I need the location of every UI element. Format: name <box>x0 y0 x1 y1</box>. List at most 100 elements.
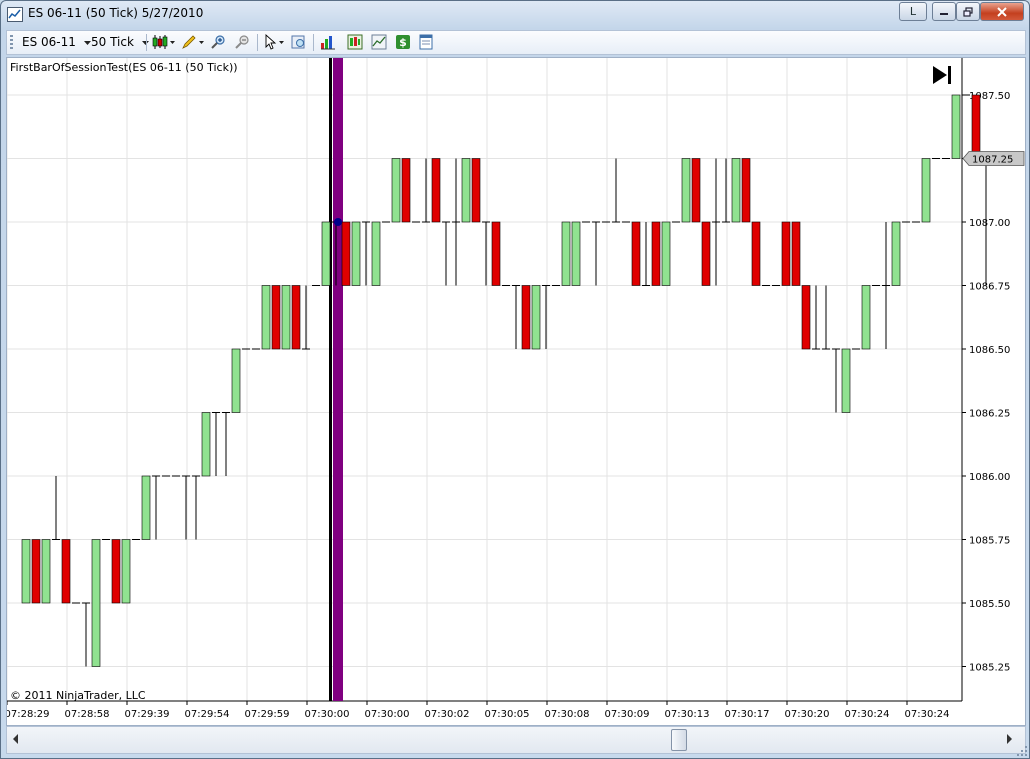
scroll-to-end-icon[interactable] <box>933 66 951 84</box>
minimize-button[interactable]: L <box>899 2 927 21</box>
x-tick-label: 07:29:54 <box>185 709 230 720</box>
zoom-out-button[interactable] <box>234 34 250 50</box>
dollar-icon: $ <box>396 35 410 49</box>
bar-chart-button[interactable] <box>320 34 336 50</box>
x-tick-label: 07:30:24 <box>905 709 950 720</box>
candle-body <box>351 221 361 286</box>
x-tick-label: 07:30:02 <box>425 709 470 720</box>
session-dot-marker <box>334 218 342 226</box>
indicator-label: FirstBarOfSessionTest(ES 06-11 (50 Tick)… <box>10 61 238 74</box>
y-tick-label: 1086.00 <box>969 472 1010 483</box>
minimize-icon-button[interactable] <box>932 2 956 21</box>
candle-body <box>561 221 571 286</box>
chart-style-icon <box>152 35 175 49</box>
close-icon <box>997 7 1007 17</box>
zoom-in-icon <box>211 35 225 49</box>
y-tick-label: 1086.50 <box>969 345 1010 356</box>
data-box-button[interactable] <box>347 34 363 50</box>
y-tick-label: 1087.00 <box>969 218 1010 229</box>
candle-body <box>141 475 151 540</box>
candle-body <box>41 539 51 604</box>
toolbar-separator <box>313 34 314 51</box>
period-selector[interactable]: 50 Tick <box>91 34 149 50</box>
candle-body <box>681 158 691 223</box>
zoom-in-button[interactable] <box>210 34 226 50</box>
x-tick-label: 07:30:00 <box>305 709 350 720</box>
session-start-highlight <box>333 58 343 701</box>
candle-body <box>921 158 931 223</box>
minimize-icon <box>940 13 948 15</box>
price-chart[interactable]: 1087.501087.251087.001086.751086.501086.… <box>7 58 1025 725</box>
data-box-icon <box>347 34 363 50</box>
y-tick-label: 1085.50 <box>969 599 1010 610</box>
zoom-out-icon <box>235 35 249 49</box>
candle-body <box>401 158 411 223</box>
close-button[interactable] <box>980 2 1024 21</box>
x-tick-label: 07:30:24 <box>845 709 890 720</box>
session-start-line <box>329 58 332 701</box>
title-bar[interactable]: ES 06-11 (50 Tick) 5/27/2010 L <box>1 1 1029 27</box>
candle-body <box>91 539 101 667</box>
y-tick-label: 1085.25 <box>969 663 1010 674</box>
pointer-select-button[interactable] <box>263 33 287 50</box>
candle-body <box>971 94 981 159</box>
last-price-label: 1087.25 <box>972 155 1013 166</box>
window-title: ES 06-11 (50 Tick) 5/27/2010 <box>28 6 204 20</box>
candle-body <box>841 348 851 413</box>
chart-toolbar: ES 06-11 50 Tick $ <box>6 30 1026 55</box>
chart-panel[interactable]: 1087.501087.251087.001086.751086.501086.… <box>6 57 1026 726</box>
candle-body <box>791 221 801 286</box>
dollar-button[interactable]: $ <box>395 34 411 50</box>
drawing-tools-button[interactable] <box>181 34 205 50</box>
candle-body <box>631 221 641 286</box>
candle-body <box>431 158 441 223</box>
scroll-right-icon[interactable] <box>1004 733 1014 745</box>
candle-body <box>861 285 871 350</box>
restore-button[interactable] <box>956 2 980 21</box>
candle-body <box>801 285 811 350</box>
chart-style-button[interactable] <box>152 34 176 50</box>
instrument-selector[interactable]: ES 06-11 <box>22 34 91 50</box>
x-tick-label: 07:28:58 <box>65 709 110 720</box>
candle-body <box>281 285 291 350</box>
candle-body <box>491 221 501 286</box>
scroll-thumb[interactable] <box>671 729 687 751</box>
x-tick-label: 07:30:13 <box>665 709 710 720</box>
scroll-left-icon[interactable] <box>11 733 21 745</box>
candle-body <box>891 221 901 286</box>
candle-body <box>781 221 791 286</box>
candle-body <box>521 285 531 350</box>
candle-body <box>701 221 711 286</box>
horizontal-scrollbar[interactable] <box>6 726 1026 754</box>
chart-app-icon[interactable] <box>7 7 23 22</box>
restore-icon <box>963 7 973 17</box>
pointer-select-icon <box>265 33 284 50</box>
candle-body <box>61 539 71 604</box>
candle-body <box>271 285 281 350</box>
x-tick-label: 07:30:09 <box>605 709 650 720</box>
candle-body <box>471 158 481 223</box>
y-tick-label: 1086.75 <box>969 282 1010 293</box>
resize-grip-icon[interactable] <box>1016 745 1028 757</box>
chart-trader-button[interactable] <box>371 34 387 50</box>
svg-text:$: $ <box>399 36 407 49</box>
x-tick-label: 07:29:59 <box>245 709 290 720</box>
candle-body <box>751 221 761 286</box>
x-tick-label: 07:30:20 <box>785 709 830 720</box>
x-tick-label: 07:30:00 <box>365 709 410 720</box>
properties-icon <box>291 35 305 49</box>
x-tick-label: 07:30:17 <box>725 709 770 720</box>
toolbar-grip[interactable] <box>10 35 13 50</box>
y-tick-label: 1085.75 <box>969 536 1010 547</box>
candle-body <box>31 539 41 604</box>
templates-button[interactable] <box>418 34 434 50</box>
candle-body <box>391 158 401 223</box>
y-tick-label: 1086.25 <box>969 409 1010 420</box>
candle-body <box>201 412 211 477</box>
candle-body <box>531 285 541 350</box>
properties-button[interactable] <box>291 34 307 50</box>
candle-body <box>691 158 701 223</box>
candle-body <box>661 221 671 286</box>
candle-body <box>571 221 581 286</box>
toolbar-separator <box>257 34 258 51</box>
